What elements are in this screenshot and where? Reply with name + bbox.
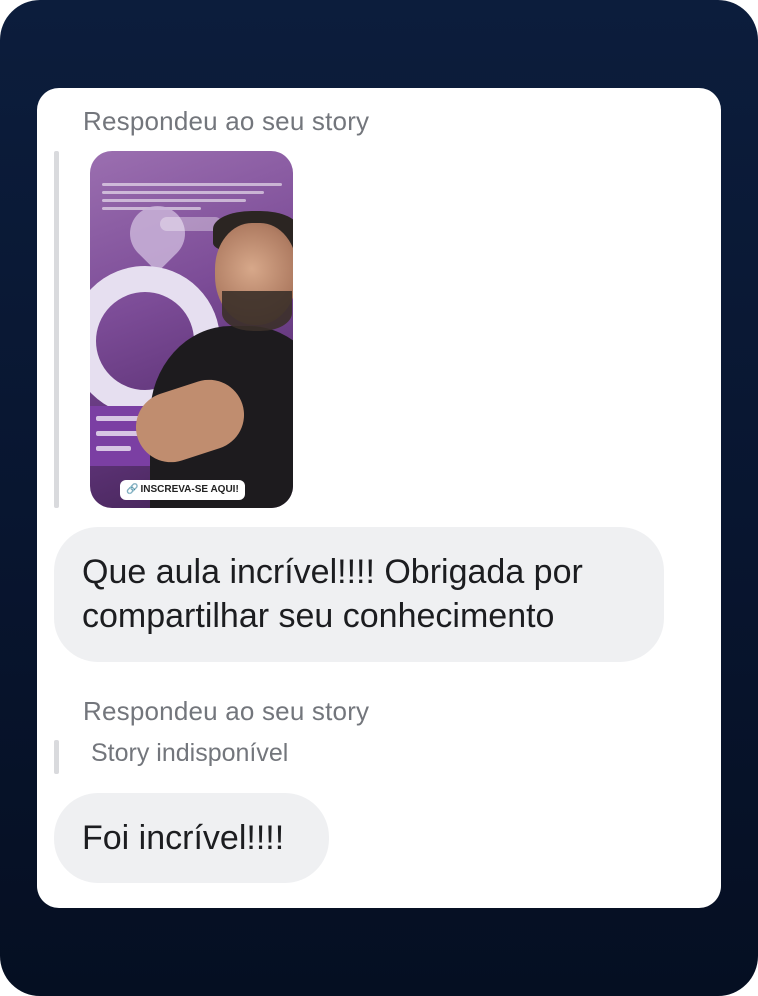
person-beard xyxy=(222,291,292,331)
story-thumbnail[interactable]: 🔗 INSCREVA-SE AQUI! xyxy=(90,151,293,508)
subscribe-sticker-label: INSCREVA-SE AQUI! xyxy=(140,484,239,495)
story-reply-label: Respondeu ao seu story xyxy=(83,106,370,136)
story-quote-bar xyxy=(54,740,59,774)
link-icon: 🔗 xyxy=(126,484,139,495)
message-text: Que aula incrível!!!! Obrigada por compa… xyxy=(82,553,583,635)
dm-conversation-card: Respondeu ao seu story 🔗 INSCREVA-SE AQUI… xyxy=(37,88,721,908)
story-unavailable-text: Story indisponível xyxy=(91,739,289,767)
story-quote-bar xyxy=(54,151,59,508)
message-text: Foi incrível!!!! xyxy=(82,819,285,857)
subscribe-sticker[interactable]: 🔗 INSCREVA-SE AQUI! xyxy=(120,480,245,500)
screenshot-frame: Respondeu ao seu story 🔗 INSCREVA-SE AQUI… xyxy=(0,0,758,996)
message-bubble[interactable]: Foi incrível!!!! xyxy=(54,793,329,883)
message-bubble[interactable]: Que aula incrível!!!! Obrigada por compa… xyxy=(54,527,664,662)
story-reply-label: Respondeu ao seu story xyxy=(83,696,370,726)
